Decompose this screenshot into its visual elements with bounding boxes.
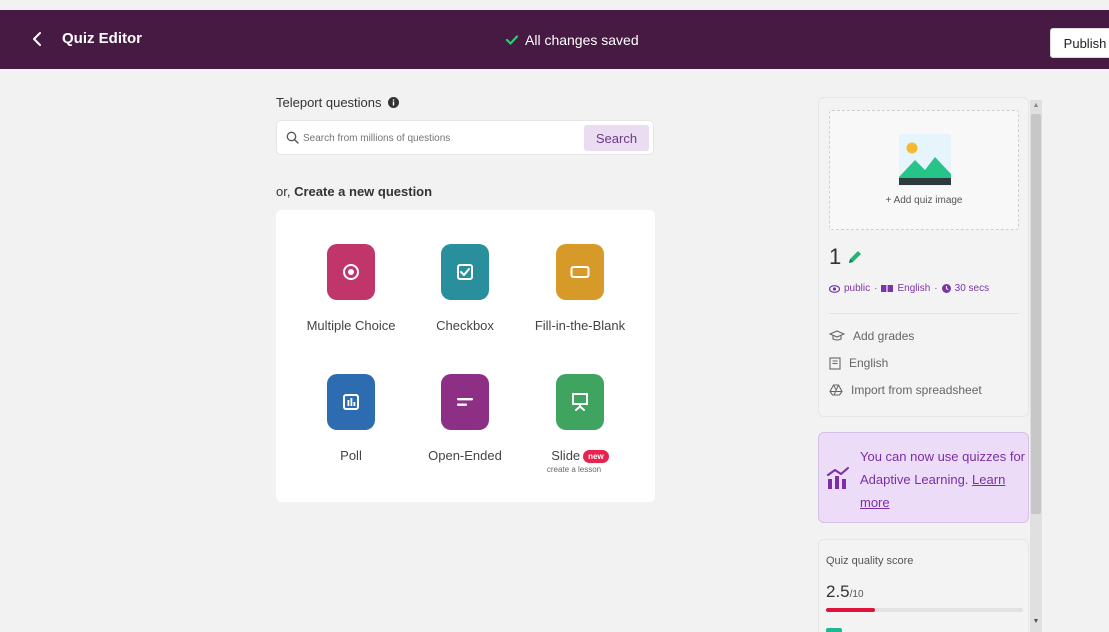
qtype-label: Fill-in-the-Blank xyxy=(534,318,626,333)
qtype-label: Checkbox xyxy=(436,318,494,333)
open-ended-tile[interactable] xyxy=(441,374,489,430)
import-spreadsheet-label: Import from spreadsheet xyxy=(851,383,982,397)
qtype-label: Slide xyxy=(551,448,581,463)
pencil-icon[interactable] xyxy=(847,249,863,265)
add-quiz-image-label: + Add quiz image xyxy=(885,195,963,206)
qtype-slide[interactable]: Slide new create a lesson xyxy=(525,374,635,474)
quality-bar xyxy=(826,608,1023,612)
quality-label: Quiz quality score xyxy=(826,555,914,567)
qtype-fill-in-the-blank[interactable]: Fill-in-the-Blank xyxy=(525,244,635,333)
image-placeholder-icon xyxy=(899,134,951,186)
eye-icon xyxy=(829,284,840,293)
qtype-checkbox[interactable]: Checkbox xyxy=(410,244,520,333)
divider xyxy=(829,313,1019,314)
search-button[interactable]: Search xyxy=(584,125,649,151)
graduation-cap-icon xyxy=(829,330,845,341)
multiple-choice-icon xyxy=(343,264,359,280)
qtype-label: Poll xyxy=(340,448,362,463)
poll-tile[interactable] xyxy=(327,374,375,430)
visibility-text[interactable]: public xyxy=(844,283,870,294)
new-badge: new xyxy=(583,450,609,464)
page-title: Quiz Editor xyxy=(62,30,142,47)
scroll-up-arrow-icon[interactable]: ▲ xyxy=(1030,100,1042,112)
meta-separator: · xyxy=(934,283,938,294)
checkbox-tile[interactable] xyxy=(441,244,489,300)
quiz-quality-panel: Quiz quality score 2.5/10 xyxy=(818,539,1029,632)
qtype-label: Open-Ended xyxy=(428,448,502,463)
quality-score: 2.5/10 xyxy=(826,582,864,602)
multiple-choice-tile[interactable] xyxy=(327,244,375,300)
promo-message: You can now use quizzes for Adaptive Lea… xyxy=(860,445,1025,514)
save-status: All changes saved xyxy=(505,32,639,48)
book-icon xyxy=(829,356,841,370)
add-grades-option[interactable]: Add grades xyxy=(829,329,914,343)
add-quiz-image-box[interactable]: + Add quiz image xyxy=(829,110,1019,230)
qtype-open-ended[interactable]: Open-Ended xyxy=(410,374,520,463)
language-option-label: English xyxy=(849,356,889,370)
scrollbar-thumb[interactable] xyxy=(1031,114,1041,514)
quiz-name: 1 xyxy=(829,244,863,270)
slide-icon xyxy=(572,393,588,411)
time-text[interactable]: 30 secs xyxy=(955,283,989,294)
scroll-down-arrow-icon[interactable]: ▼ xyxy=(1030,616,1042,628)
poll-icon xyxy=(343,394,359,410)
meta-separator: · xyxy=(874,283,878,294)
drive-icon xyxy=(829,384,843,396)
quality-score-max: /10 xyxy=(849,589,864,600)
quiz-settings-panel: + Add quiz image 1 public · English · 30… xyxy=(818,97,1029,417)
info-icon[interactable] xyxy=(387,97,399,108)
qtype-multiple-choice[interactable]: Multiple Choice xyxy=(296,244,406,333)
quiz-name-text: 1 xyxy=(829,244,842,269)
adaptive-learning-icon xyxy=(827,467,849,489)
teleport-label: Teleport questions xyxy=(276,95,399,110)
fill-blank-tile[interactable] xyxy=(556,244,604,300)
check-icon xyxy=(505,35,519,45)
checkbox-icon xyxy=(457,264,473,280)
save-status-text: All changes saved xyxy=(525,32,639,48)
back-arrow-icon[interactable] xyxy=(26,27,50,51)
scrollbar[interactable]: ▲ ▼ xyxy=(1030,100,1042,632)
create-label-text: Create a new question xyxy=(294,184,433,199)
language-icon xyxy=(881,285,894,292)
fill-blank-icon xyxy=(570,266,590,278)
slide-tile[interactable] xyxy=(556,374,604,430)
teleport-label-text: Teleport questions xyxy=(276,95,382,110)
publish-button[interactable]: Publish xyxy=(1050,28,1109,58)
adaptive-learning-promo: You can now use quizzes for Adaptive Lea… xyxy=(818,432,1029,523)
add-grades-label: Add grades xyxy=(853,329,915,343)
clock-icon xyxy=(941,284,951,293)
create-question-label: or, Create a new question xyxy=(276,184,432,199)
open-ended-icon xyxy=(457,398,473,406)
search-icon xyxy=(286,131,299,144)
language-option[interactable]: English xyxy=(829,356,888,370)
create-prefix: or, xyxy=(276,184,295,199)
qtype-poll[interactable]: Poll xyxy=(296,374,406,463)
quality-score-value: 2.5 xyxy=(826,582,850,601)
top-bar: Quiz Editor All changes saved Publish xyxy=(0,10,1109,69)
quiz-meta: public · English · 30 secs xyxy=(829,283,989,294)
qtype-label: Multiple Choice xyxy=(306,318,396,333)
import-spreadsheet-option[interactable]: Import from spreadsheet xyxy=(829,383,982,397)
qtype-label-slide: Slide new xyxy=(525,448,635,464)
slide-note: create a lesson xyxy=(546,465,602,475)
quality-indicator xyxy=(826,628,842,632)
question-types-card: Multiple Choice Checkbox Fill-in-the-Bla… xyxy=(276,210,655,502)
language-text[interactable]: English xyxy=(897,283,930,294)
quality-bar-fill xyxy=(826,608,876,612)
question-search-box: Search xyxy=(276,120,654,155)
question-search-input[interactable] xyxy=(303,127,553,149)
